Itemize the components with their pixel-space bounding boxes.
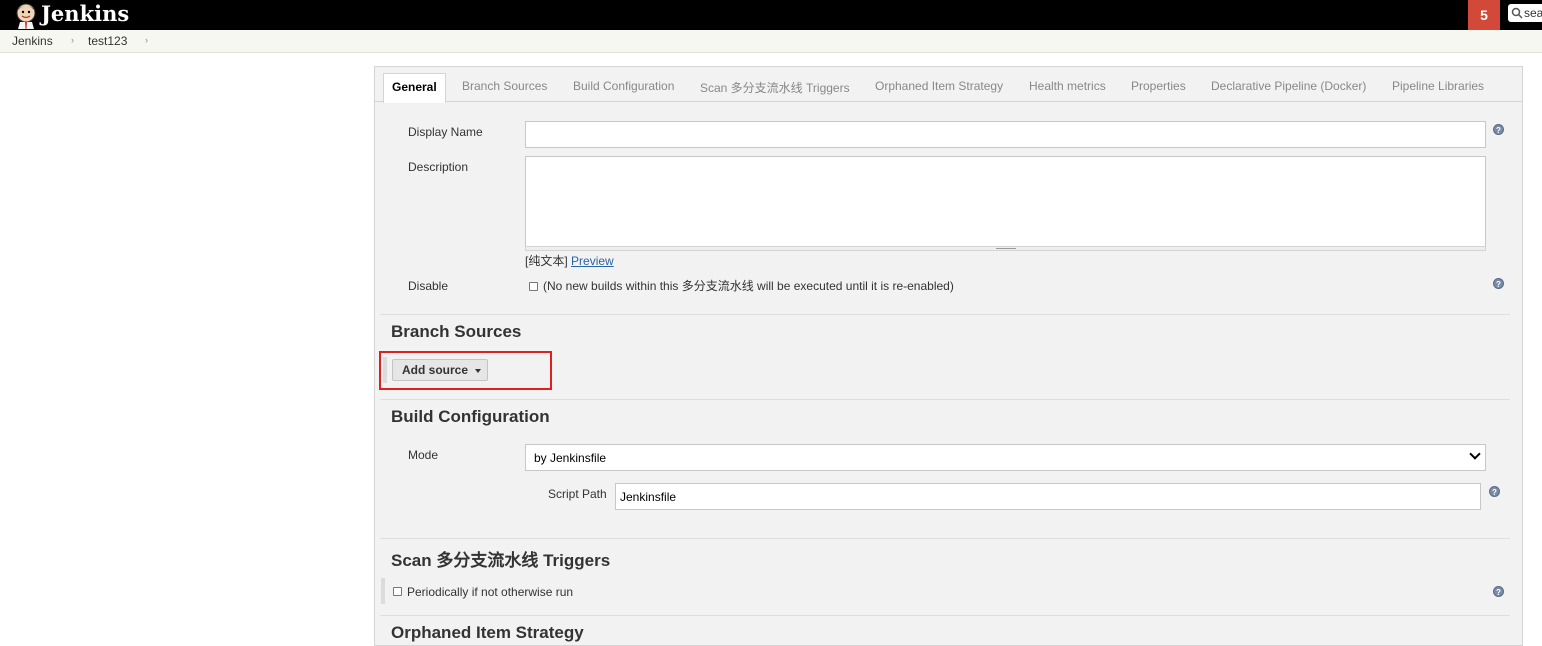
brand-title[interactable]: Jenkins [41,1,129,27]
display-name-label: Display Name [408,125,483,139]
section-title-scan-triggers: Scan 多分支流水线 Triggers [391,551,611,570]
jenkins-logo-icon[interactable] [12,1,40,29]
breadcrumb: Jenkins › test123 › [0,30,1542,53]
divider [380,538,1510,539]
breadcrumb-separator-icon[interactable]: › [145,35,148,45]
format-text: [纯文本] [525,254,568,268]
highlight-box [379,351,552,390]
disable-description: (No new builds within this 多分支流水线 will b… [543,279,954,293]
help-icon[interactable]: ? [1489,486,1500,497]
disable-label: Disable [408,279,449,293]
tab-general[interactable]: General [383,73,446,103]
tab-orphaned-item-strategy[interactable]: Orphaned Item Strategy [875,79,1003,93]
tab-properties[interactable]: Properties [1131,79,1186,93]
resize-handle[interactable] [525,246,1486,251]
tab-scan-triggers[interactable]: Scan 多分支流水线 Triggers [700,79,850,96]
breadcrumb-separator-icon[interactable]: › [71,35,74,45]
script-path-field[interactable] [615,483,1481,510]
divider [380,399,1510,400]
search-input[interactable]: search [1508,4,1542,22]
periodic-label: Periodically if not otherwise run [407,585,574,599]
script-path-label: Script Path [548,487,607,501]
search-icon [1511,7,1523,19]
chevron-down-icon [1469,448,1481,460]
tab-pipeline-libraries[interactable]: Pipeline Libraries [1392,79,1484,93]
disable-checkbox[interactable] [529,282,538,291]
mode-label: Mode [408,448,439,462]
mode-select[interactable]: by Jenkinsfile [525,444,1486,471]
section-title-build-configuration: Build Configuration [391,407,550,426]
divider [380,615,1510,616]
description-field[interactable] [525,156,1486,247]
help-icon[interactable]: ? [1493,278,1504,289]
top-header: Jenkins 5 search [0,0,1542,30]
divider [380,314,1510,315]
help-icon[interactable]: ? [1493,124,1504,135]
display-name-field[interactable] [525,121,1486,148]
notification-badge[interactable]: 5 [1468,0,1500,30]
tab-bar: General Branch Sources Build Configurati… [375,67,1522,103]
breadcrumb-item-job[interactable]: test123 [88,34,127,48]
tab-health-metrics[interactable]: Health metrics [1029,79,1106,93]
section-title-branch-sources: Branch Sources [391,322,522,341]
search-placeholder: search [1524,6,1542,20]
tab-declarative-pipeline[interactable]: Declarative Pipeline (Docker) [1211,79,1366,93]
periodic-checkbox[interactable] [393,587,402,596]
help-icon[interactable]: ? [1493,586,1504,597]
mode-select-value: by Jenkinsfile [534,451,607,465]
section-title-orphaned-item-strategy: Orphaned Item Strategy [391,623,584,642]
section-bar [381,578,385,604]
tab-build-configuration[interactable]: Build Configuration [573,79,674,93]
description-label: Description [408,160,469,174]
tab-branch-sources[interactable]: Branch Sources [462,79,547,93]
preview-link[interactable]: Preview [571,254,614,268]
breadcrumb-item-jenkins[interactable]: Jenkins [12,34,53,48]
config-panel: General Branch Sources Build Configurati… [374,66,1523,646]
